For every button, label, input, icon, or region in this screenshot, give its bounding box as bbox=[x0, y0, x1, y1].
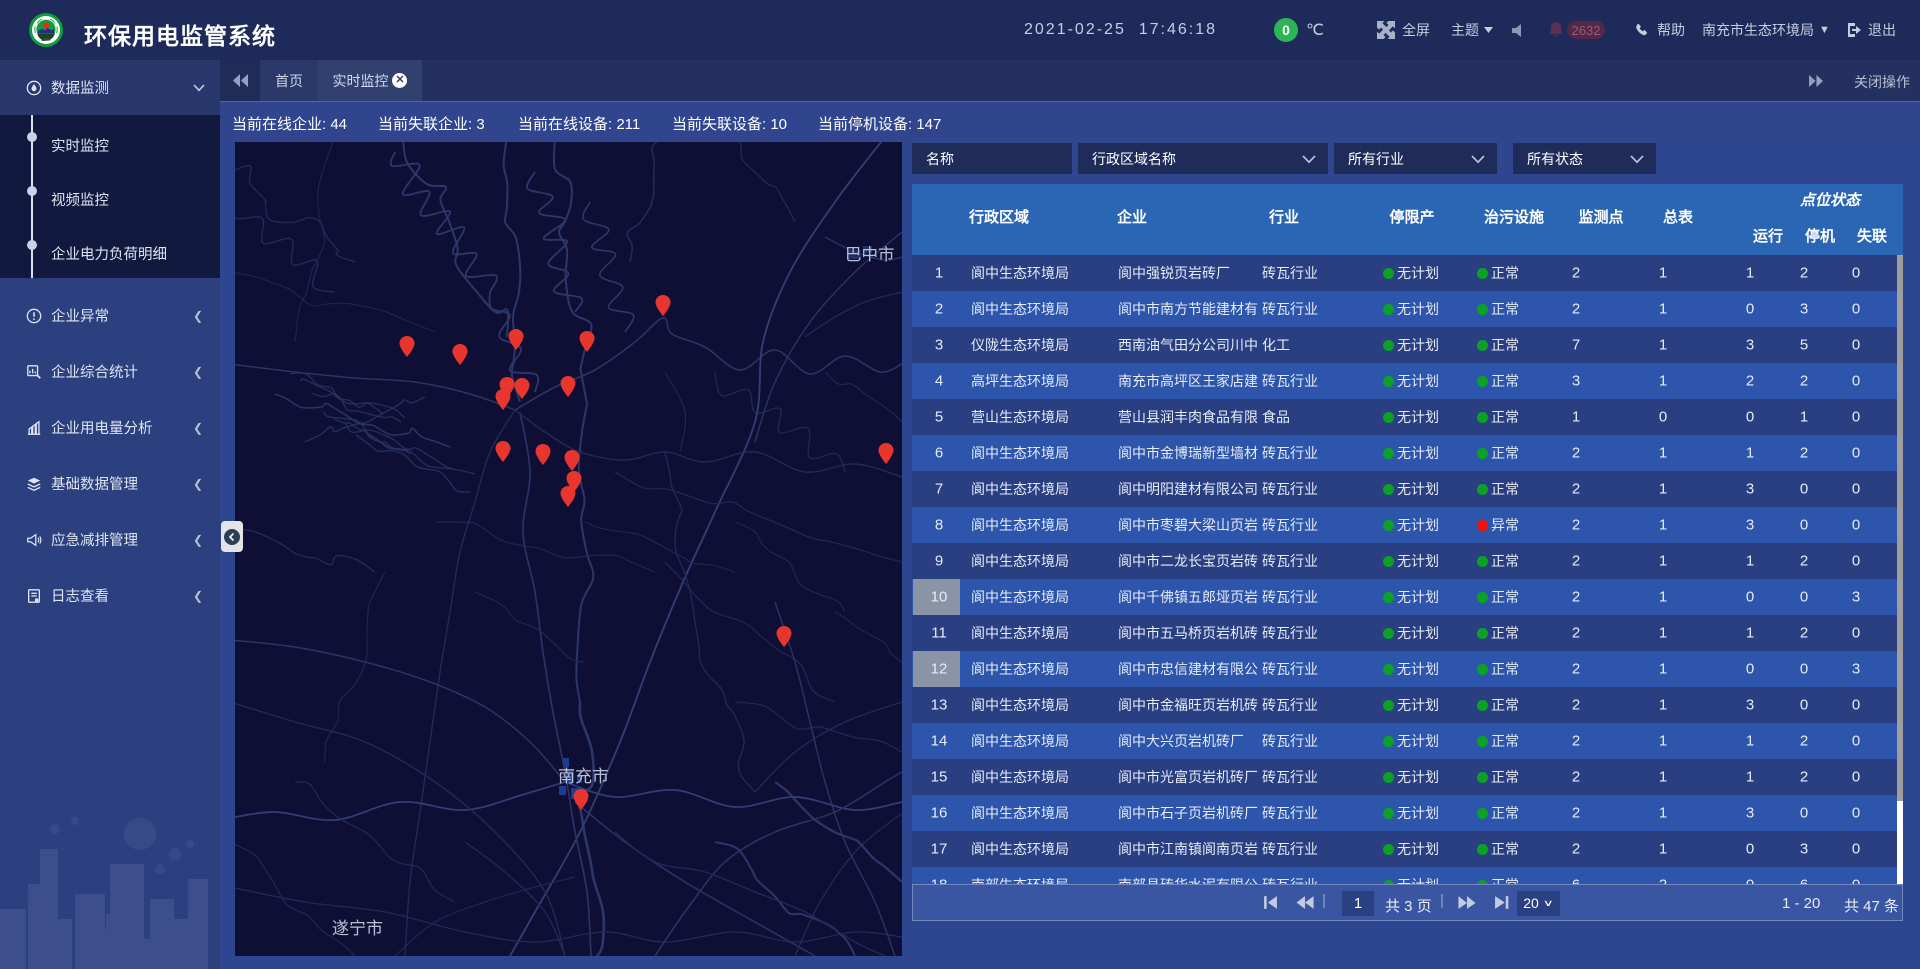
svg-text:遂宁市: 遂宁市 bbox=[332, 919, 383, 938]
svg-text:巴中市: 巴中市 bbox=[845, 245, 895, 264]
svg-text:南充市: 南充市 bbox=[558, 767, 609, 786]
